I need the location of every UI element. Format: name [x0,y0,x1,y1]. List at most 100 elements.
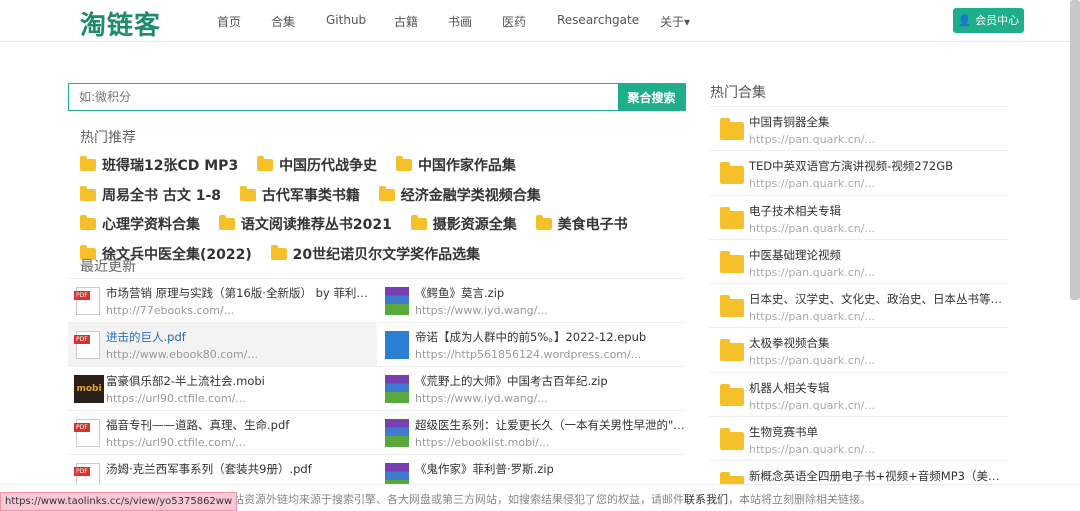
pdf-file-icon [74,287,100,315]
recent-item-title[interactable]: 市场营销 原理与实践（第16版·全新版） by 菲利普·... [106,285,377,301]
logo[interactable]: 淘链客 [80,5,161,42]
folder-icon [80,215,96,230]
folder-icon [80,156,96,171]
recent-item[interactable]: 市场营销 原理与实践（第16版·全新版） by 菲利普·... http://77… [68,279,377,323]
collection-title[interactable]: 太极拳视频合集 [749,335,1008,351]
epub-file-icon [385,331,409,359]
folder-icon [239,185,256,201]
folder-icon [720,383,744,406]
recent-item-url: http://77ebooks.com/... [106,304,235,317]
contact-link[interactable]: 联系我们 [684,493,728,506]
recent-item-title[interactable]: 汤姆·克兰西军事系列（套装共9册）.pdf [106,461,377,477]
collection-list: 中国青铜器全集 https://pan.quark.cn/... TED中英双语官方… [710,106,1008,506]
collection-item[interactable]: 机器人相关专辑 https://pan.quark.cn/... [710,373,1008,418]
pdf-file-icon [74,419,100,447]
hot-tag[interactable]: 古代军事类书籍 [239,185,360,204]
collection-url: https://pan.quark.cn/... [749,310,875,324]
recent-item[interactable]: 超级医生系列：让爱更长久（一本有关男性早泄的"百... https://ebook… [377,411,686,455]
folder-icon [720,428,744,451]
nav-painting[interactable]: 书画 [448,13,472,30]
folder-icon [720,118,744,140]
collection-item[interactable]: 中医基础理论视频 https://pan.quark.cn/... [710,240,1008,285]
nav-researchgate[interactable]: Researchgate [557,13,639,27]
collection-item[interactable]: 生物竞赛书单 https://pan.quark.cn/... [710,417,1008,462]
hot-title: 热门推荐 [80,130,136,146]
collection-title[interactable]: TED中英双语官方演讲视频-视频272GB [749,158,1008,174]
recent-item-title[interactable]: 《鬼作家》菲利普·罗斯.zip [415,461,686,477]
collection-item[interactable]: 太极拳视频合集 https://pan.quark.cn/... [710,328,1008,373]
folder-icon [218,215,235,230]
collection-title[interactable]: 中国青铜器全集 [749,114,1008,130]
collection-url: https://pan.quark.cn/... [749,265,875,279]
folder-icon [720,162,744,185]
nav-medicine[interactable]: 医药 [502,13,526,30]
recent-item-title[interactable]: 福音专刊——道路、真理、生命.pdf [106,417,377,433]
collection-title[interactable]: 生物竞赛书单 [749,424,1008,440]
folder-icon [270,244,287,260]
recent-item-title[interactable]: 进击的巨人.pdf [106,329,377,345]
recent-item[interactable]: 帝诺【成为人群中的前5%。】2022-12.epub https://http56… [377,323,686,367]
collection-url: https://pan.quark.cn/... [749,443,875,457]
search-input[interactable] [69,84,618,110]
collection-item[interactable]: 日本史、汉学史、文化史、政治史、日本丛书等合集 https://pan.quark… [710,284,1008,329]
recent-item-url: http://www.ebook80.com/... [106,348,258,361]
collection-item[interactable]: TED中英双语官方演讲视频-视频272GB https://pan.quark.c… [710,151,1008,196]
recent-item-title[interactable]: 富豪俱乐部2-半上流社会.mobi [106,373,377,389]
collection-title[interactable]: 中医基础理论视频 [749,247,1008,263]
recent-item-url: https://www.iyd.wang/... [415,392,548,405]
folder-icon [257,156,274,171]
folder-icon [535,215,552,230]
hot-tag[interactable]: 语文阅读推荐丛书2021 [218,215,392,233]
collection-title[interactable]: 机器人相关专辑 [749,380,1008,396]
collection-item[interactable]: 电子技术相关专辑 https://pan.quark.cn/... [710,196,1008,240]
collection-item[interactable]: 中国青铜器全集 https://pan.quark.cn/... [710,107,1008,152]
search-button[interactable]: 聚合搜索 [618,84,685,110]
user-icon: 👤 [957,14,972,27]
hot-tag[interactable]: 中国历代战争史 [257,156,377,174]
recent-item[interactable]: 《荒野上的大师》中国考古百年纪.zip https://www.iyd.wang/… [377,367,686,411]
folder-icon [720,295,744,318]
nav-github[interactable]: Github [326,13,366,27]
hot-tag[interactable]: 中国作家作品集 [395,156,516,174]
recent-item[interactable]: 福音专刊——道路、真理、生命.pdf https://url90.ctfile.c… [68,411,377,455]
nav-home[interactable]: 首页 [217,13,241,30]
collection-url: https://pan.quark.cn/... [749,177,875,191]
side-title: 热门合集 [710,85,766,101]
hot-tag[interactable]: 摄影资源全集 [410,215,517,233]
hot-tag[interactable]: 经济金融学类视频合集 [378,185,541,204]
collection-title[interactable]: 日本史、汉学史、文化史、政治史、日本丛书等合集 [749,291,1008,307]
recent-item-title[interactable]: 《鳄鱼》莫言.zip [415,285,686,301]
recent-item-title[interactable]: 帝诺【成为人群中的前5%。】2022-12.epub [415,329,686,345]
collection-url: https://pan.quark.cn/... [749,133,875,146]
hot-tags: 班得瑞12张CD MP3 中国历代战争史 中国作家作品集 周易全书 古文 1-8… [80,152,680,270]
status-bar-url: https://www.taolinks.cc/s/view/yo5375862… [0,492,238,511]
collection-url: https://pan.quark.cn/... [749,221,875,235]
scrollbar[interactable] [1070,0,1080,300]
top-nav: 淘链客 首页 合集 Github 古籍 书画 医药 Researchgate 关… [0,0,1080,42]
recent-item-url: https://ebooklist.mobi/... [415,436,550,449]
folder-icon [720,250,744,273]
zip-file-icon [385,375,409,403]
nav-collections[interactable]: 合集 [271,13,295,30]
hot-tag[interactable]: 美食电子书 [535,215,628,233]
recent-item-url: https://www.iyd.wang/... [415,304,548,317]
member-center-button[interactable]: 👤 会员中心 [953,8,1024,33]
search-bar: 聚合搜索 [68,83,686,111]
folder-icon [720,339,744,362]
nav-ancient-books[interactable]: 古籍 [394,13,418,30]
hot-tag[interactable]: 20世纪诺贝尔文学奖作品选集 [270,244,480,263]
recent-item[interactable]: 《鳄鱼》莫言.zip https://www.iyd.wang/... [377,279,686,323]
hot-tag[interactable]: 心理学资料合集 [80,215,200,233]
recent-item[interactable]: mobi 富豪俱乐部2-半上流社会.mobi https://url90.ctfil… [68,367,377,411]
nav-about-dropdown[interactable]: 关于▾ [660,13,690,30]
footer-text: 本站资源外链均来源于搜索引擎、各大网盘或第三方网站，如搜索结果侵犯了您的权益，请… [222,493,684,506]
collection-title[interactable]: 新概念英语全四册电子书+视频+音频MP3（美音+... [749,468,1008,484]
recent-list: 市场营销 原理与实践（第16版·全新版） by 菲利普·... http://77… [68,278,686,499]
hot-tag[interactable]: 周易全书 古文 1-8 [80,185,221,204]
folder-icon [720,206,744,229]
hot-tag[interactable]: 班得瑞12张CD MP3 [80,156,238,174]
collection-title[interactable]: 电子技术相关专辑 [749,203,1008,219]
recent-item-title[interactable]: 《荒野上的大师》中国考古百年纪.zip [415,373,686,389]
recent-item-title[interactable]: 超级医生系列：让爱更长久（一本有关男性早泄的"百... [415,417,686,433]
recent-item[interactable]: 进击的巨人.pdf http://www.ebook80.com/... [68,323,377,367]
